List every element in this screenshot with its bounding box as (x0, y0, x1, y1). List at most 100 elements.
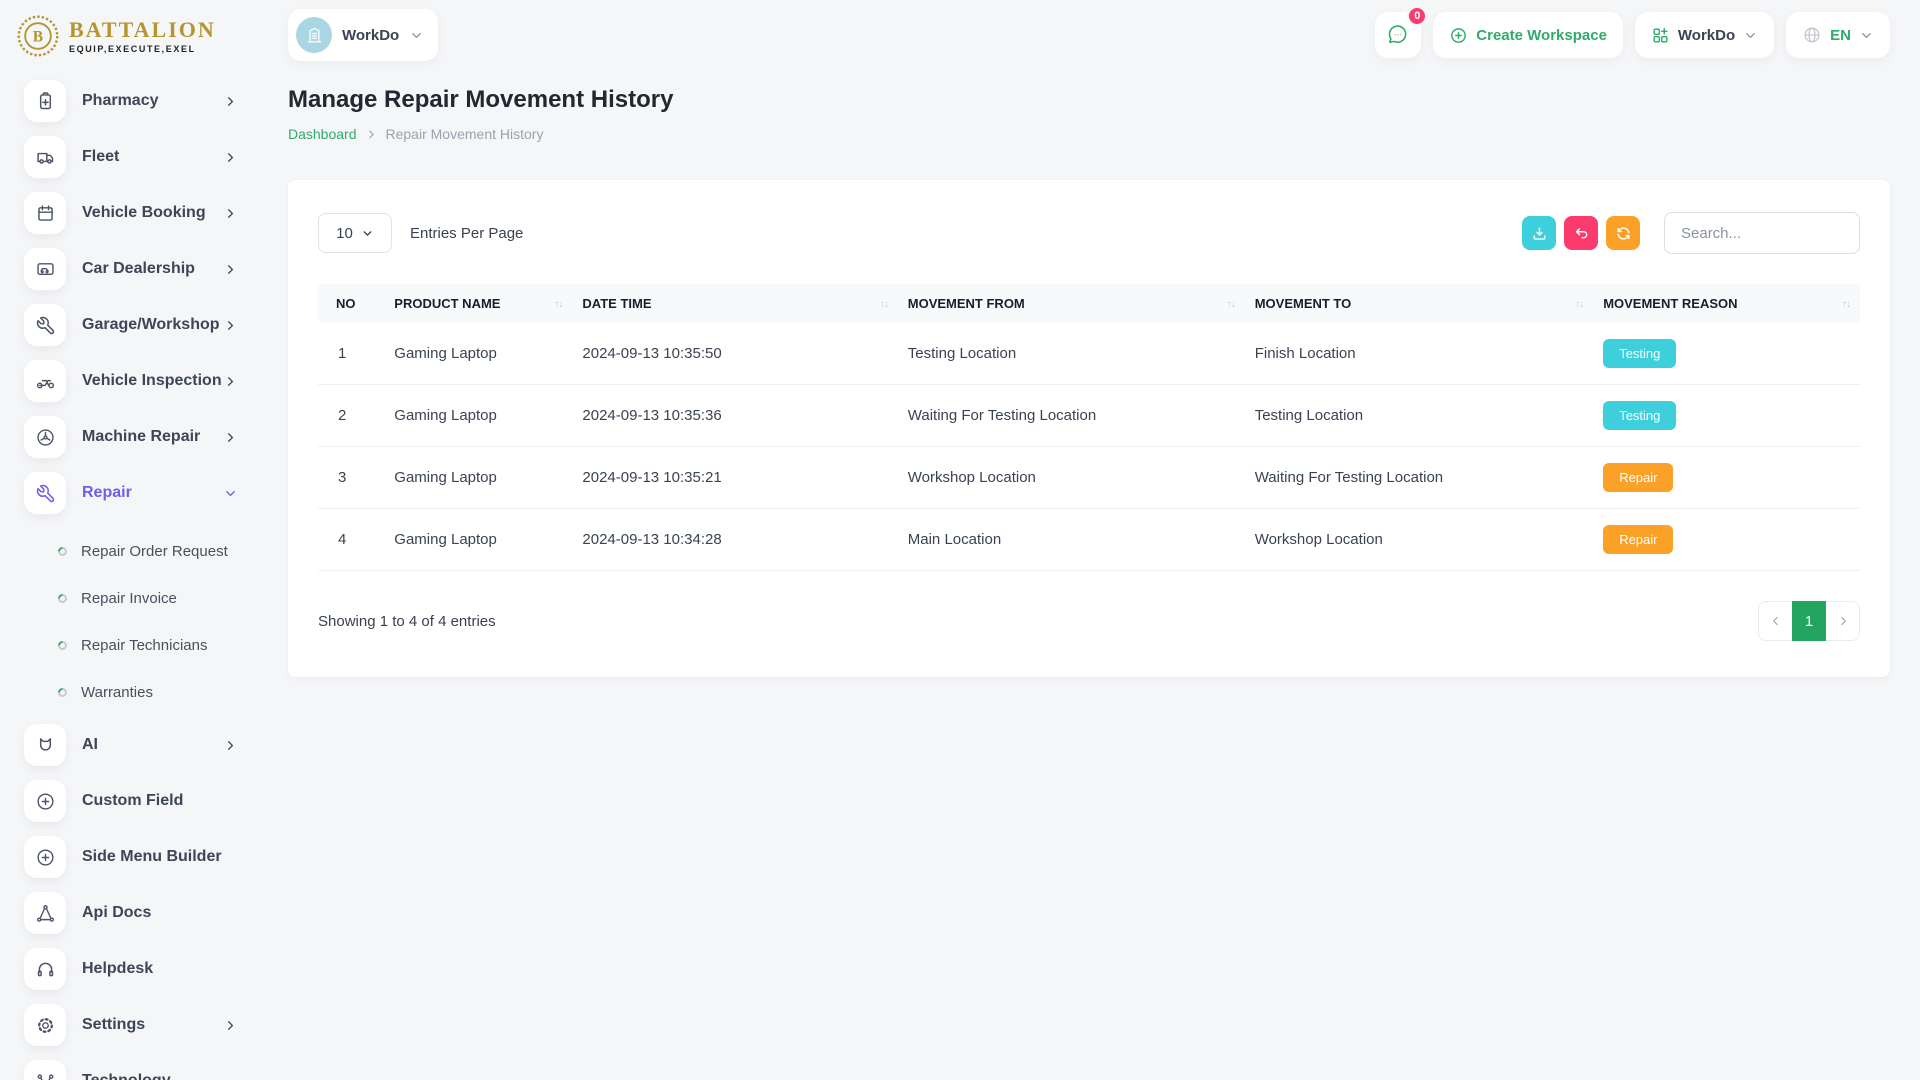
language-label: EN (1830, 27, 1851, 44)
column-header-movement-from: ↑↓MOVEMENT FROM (898, 284, 1245, 323)
chevron-down-icon (223, 486, 238, 501)
brand-logo[interactable]: B BATTALION EQUIP,EXECUTE,EXEL (0, 12, 258, 70)
language-selector[interactable]: EN (1786, 12, 1890, 58)
chevron-right-icon (223, 94, 238, 109)
sort-icon[interactable]: ↑↓ (554, 299, 562, 310)
sidebar-item-side-menu-builder[interactable]: Side Menu Builder (24, 836, 240, 878)
messages-button[interactable]: 0 (1375, 12, 1421, 58)
sidebar-item-vehicle-inspection[interactable]: Vehicle Inspection (24, 360, 240, 402)
table-controls: 10 Entries Per Page (318, 212, 1860, 254)
sidebar-item-label: Repair (82, 484, 132, 502)
chevron-right-icon (223, 430, 238, 445)
repair-wrench-icon (24, 472, 66, 514)
cell-no: 4 (318, 509, 384, 571)
sidebar-item-vehicle-booking[interactable]: Vehicle Booking (24, 192, 240, 234)
building-icon (305, 26, 324, 45)
movement-history-table: NO ↑↓PRODUCT NAME ↑↓DATE TIME ↑↓MOVEMENT… (318, 284, 1860, 571)
api-network-icon (24, 892, 66, 934)
sidebar-item-label: Helpdesk (82, 960, 153, 978)
brand-text: BATTALION EQUIP,EXECUTE,EXEL (69, 18, 216, 53)
technology-network-icon (24, 1060, 66, 1080)
pagination-prev-button[interactable] (1758, 601, 1792, 641)
sidebar-subitem-label: Repair Technicians (81, 637, 207, 654)
download-icon (1531, 225, 1548, 242)
cell-no: 3 (318, 447, 384, 509)
sort-icon[interactable]: ↑↓ (1842, 299, 1850, 310)
sidebar-subitem-repair-technicians[interactable]: Repair Technicians (0, 622, 258, 669)
workspace-avatar (296, 17, 332, 53)
donut-bullet-icon (56, 545, 69, 558)
breadcrumb-dashboard-link[interactable]: Dashboard (288, 126, 357, 142)
sort-icon[interactable]: ↑↓ (1227, 299, 1235, 310)
sidebar-item-label: Technology (82, 1072, 171, 1080)
gear-icon (24, 1004, 66, 1046)
reset-undo-button[interactable] (1564, 216, 1598, 250)
sidebar-subitem-repair-invoice[interactable]: Repair Invoice (0, 575, 258, 622)
sidebar-item-ai[interactable]: AI (24, 724, 240, 766)
table-card: 10 Entries Per Page (288, 180, 1890, 677)
sidebar-item-machine-repair[interactable]: Machine Repair (24, 416, 240, 458)
cell-product: Gaming Laptop (384, 323, 572, 385)
workspace-name: WorkDo (342, 27, 399, 44)
chevron-right-icon (1836, 614, 1850, 628)
sidebar-item-label: Vehicle Booking (82, 204, 206, 222)
chevron-right-icon (223, 374, 238, 389)
cell-no: 2 (318, 385, 384, 447)
cell-product: Gaming Laptop (384, 385, 572, 447)
sidebar-item-api-docs[interactable]: Api Docs (24, 892, 240, 934)
sidebar-subitem-repair-order-request[interactable]: Repair Order Request (0, 528, 258, 575)
breadcrumb-current: Repair Movement History (386, 126, 544, 142)
donut-bullet-icon (56, 592, 69, 605)
pagination-page-1-button[interactable]: 1 (1792, 601, 1826, 641)
refresh-button[interactable] (1606, 216, 1640, 250)
sidebar-item-label: Custom Field (82, 792, 183, 810)
table-actions (1522, 212, 1860, 254)
reason-badge: Repair (1603, 463, 1673, 492)
sidebar-subitem-label: Repair Invoice (81, 590, 177, 607)
chevron-right-icon (223, 738, 238, 753)
showing-entries-text: Showing 1 to 4 of 4 entries (318, 613, 496, 630)
chevron-left-icon (1769, 614, 1783, 628)
sidebar-item-repair[interactable]: Repair (24, 472, 240, 514)
sidebar-item-settings[interactable]: Settings (24, 1004, 240, 1046)
sidebar-subitem-warranties[interactable]: Warranties (0, 669, 258, 716)
reason-badge: Testing (1603, 401, 1676, 430)
pagination-next-button[interactable] (1826, 601, 1860, 641)
sort-icon[interactable]: ↑↓ (880, 299, 888, 310)
sidebar-item-label: Settings (82, 1016, 145, 1034)
column-header-movement-to: ↑↓MOVEMENT TO (1245, 284, 1593, 323)
sidebar-item-car-dealership[interactable]: Car Dealership (24, 248, 240, 290)
entries-per-page-select[interactable]: 10 (318, 213, 392, 253)
chevron-down-icon (1859, 28, 1874, 43)
topbar-actions: 0 Create Workspace WorkDo EN (1375, 12, 1890, 58)
sidebar-item-garage-workshop[interactable]: Garage/Workshop (24, 304, 240, 346)
workspace-switcher[interactable]: WorkDo (288, 9, 438, 61)
divider (0, 716, 258, 724)
brand-tagline: EQUIP,EXECUTE,EXEL (69, 44, 216, 54)
cell-movement-from: Testing Location (898, 323, 1245, 385)
sidebar-item-custom-field[interactable]: Custom Field (24, 780, 240, 822)
sidebar-item-technology[interactable]: Technology (24, 1060, 240, 1080)
search-input[interactable] (1664, 212, 1860, 254)
sidebar-item-label: Fleet (82, 148, 119, 166)
sidebar-nav: Pharmacy Fleet Vehicle Booking (0, 70, 258, 1080)
workdo-apps-menu[interactable]: WorkDo (1635, 12, 1774, 58)
cell-product: Gaming Laptop (384, 447, 572, 509)
table-row: 3 Gaming Laptop 2024-09-13 10:35:21 Work… (318, 447, 1860, 509)
sidebar-item-pharmacy[interactable]: Pharmacy (24, 80, 240, 122)
table-row: 4 Gaming Laptop 2024-09-13 10:34:28 Main… (318, 509, 1860, 571)
fleet-van-icon (24, 136, 66, 178)
sidebar-item-fleet[interactable]: Fleet (24, 136, 240, 178)
export-download-button[interactable] (1522, 216, 1556, 250)
sidebar-item-helpdesk[interactable]: Helpdesk (24, 948, 240, 990)
sort-icon[interactable]: ↑↓ (1575, 299, 1583, 310)
create-workspace-button[interactable]: Create Workspace (1433, 12, 1623, 58)
machine-fan-icon (24, 416, 66, 458)
cell-movement-from: Waiting For Testing Location (898, 385, 1245, 447)
apps-grid-icon (1651, 26, 1670, 45)
undo-arrow-icon (1573, 225, 1590, 242)
reason-badge: Repair (1603, 525, 1673, 554)
cell-movement-to: Workshop Location (1245, 509, 1593, 571)
sidebar-item-label: Pharmacy (82, 92, 159, 110)
pagination: 1 (1758, 601, 1860, 641)
